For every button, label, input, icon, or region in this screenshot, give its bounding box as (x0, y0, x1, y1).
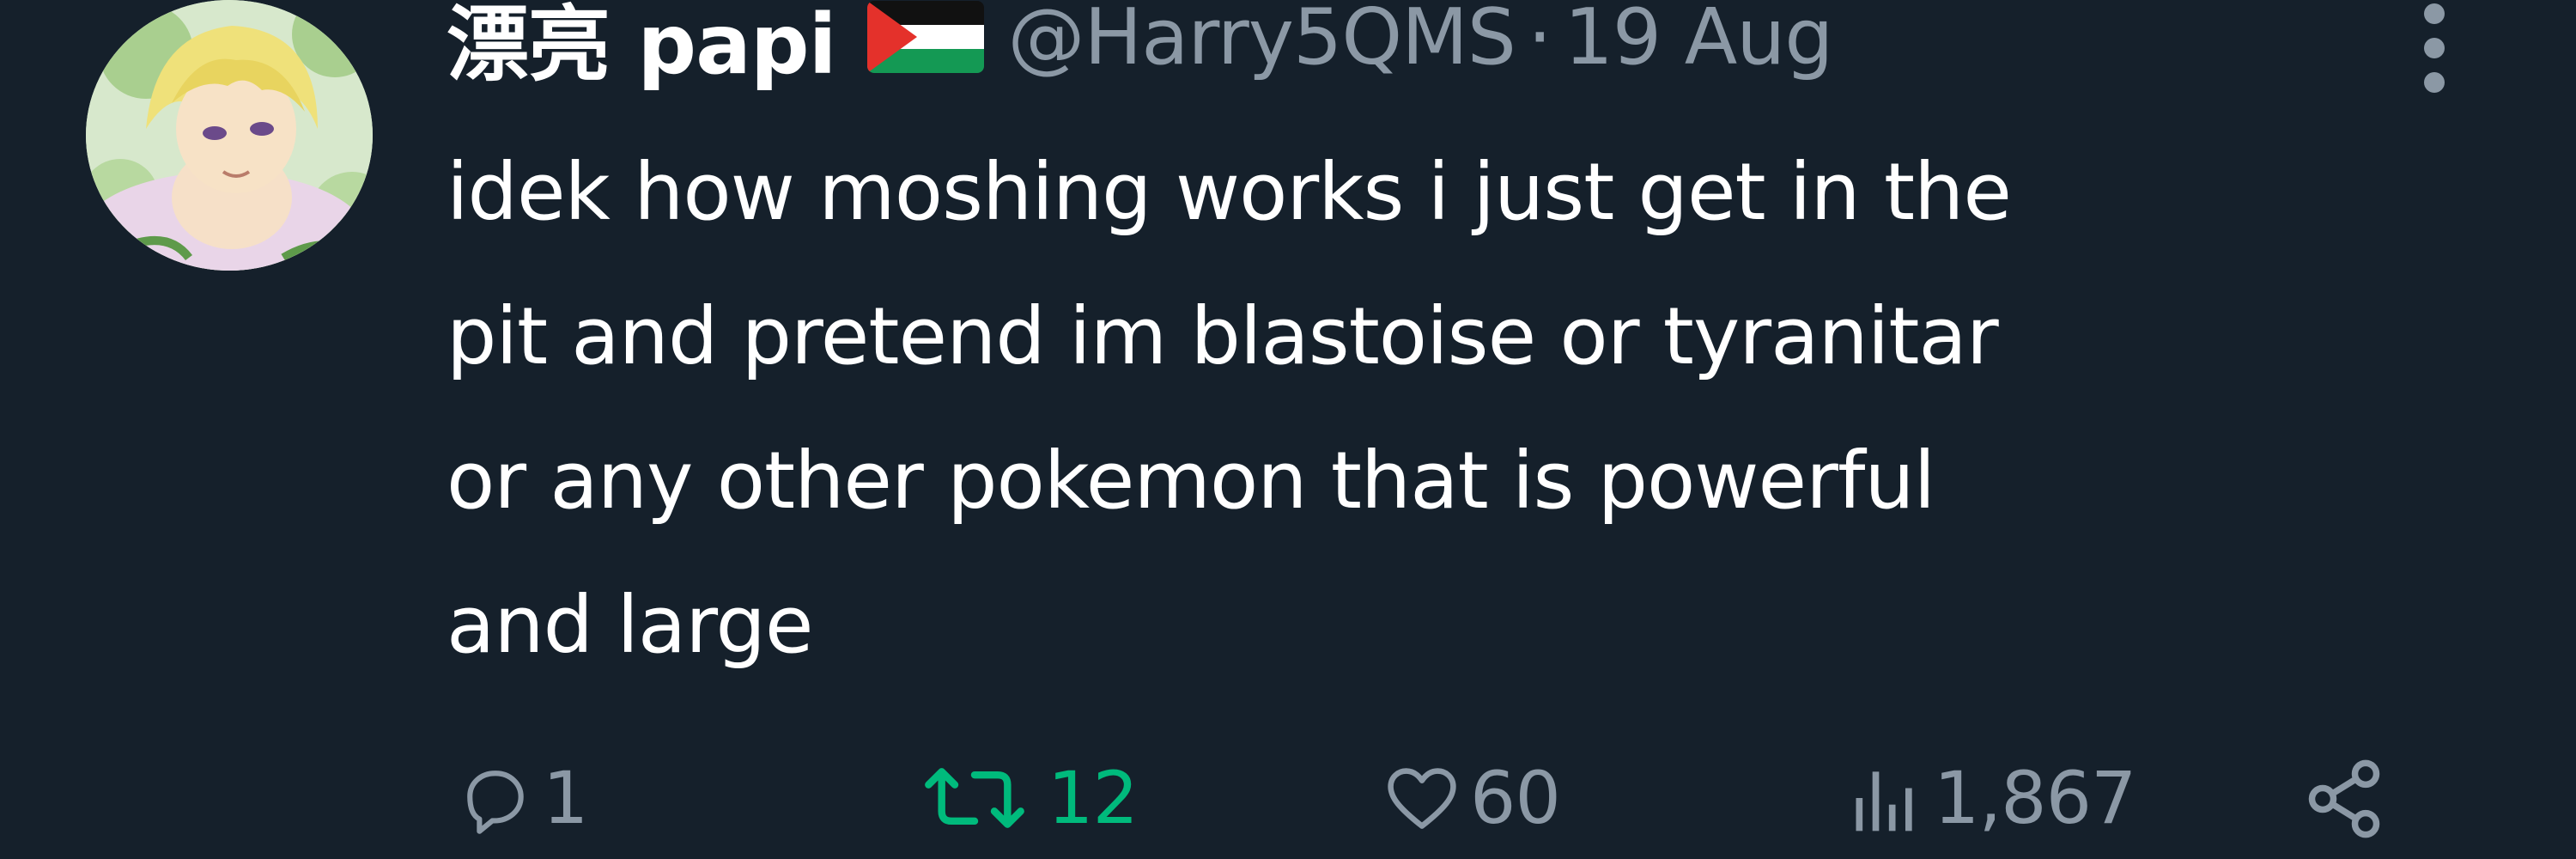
avatar[interactable] (86, 0, 373, 271)
retweet-button[interactable]: 12 (910, 756, 1139, 840)
heart-icon (1388, 768, 1456, 829)
palestine-flag-icon (866, 1, 984, 73)
like-button[interactable]: 60 (1382, 756, 1561, 840)
timestamp[interactable]: 19 Aug (1564, 0, 1834, 82)
separator-dot: · (1527, 0, 1552, 82)
tweet-actions: 1 12 60 1,867 (455, 756, 2482, 859)
views-button[interactable]: 1,867 (1846, 756, 2136, 840)
share-icon (2308, 759, 2380, 838)
user-handle[interactable]: @Harry5QMS (1008, 0, 1516, 82)
like-count: 60 (1470, 756, 1561, 840)
more-vertical-icon (2424, 72, 2445, 93)
reply-bubble-icon (467, 771, 524, 834)
tweet-text: idek how moshing works i just get in the… (447, 146, 2012, 671)
retweet-icon (925, 768, 1024, 828)
more-vertical-icon (2424, 38, 2445, 58)
share-button[interactable] (2301, 756, 2387, 842)
more-vertical-icon (2424, 3, 2445, 24)
retweet-count: 12 (1048, 756, 1139, 840)
reply-count: 1 (543, 756, 588, 840)
views-chart-icon (1856, 771, 1912, 832)
reply-button[interactable]: 1 (455, 756, 588, 840)
more-options-button[interactable] (2404, 0, 2464, 94)
tweet-header: 漂亮 papi @Harry5QMS · 19 Aug (447, 0, 1834, 93)
views-count: 1,867 (1934, 756, 2136, 840)
tweet-card: 漂亮 papi @Harry5QMS · 19 Aug idek how mos… (0, 0, 2576, 859)
display-name[interactable]: 漂亮 papi (447, 0, 837, 97)
